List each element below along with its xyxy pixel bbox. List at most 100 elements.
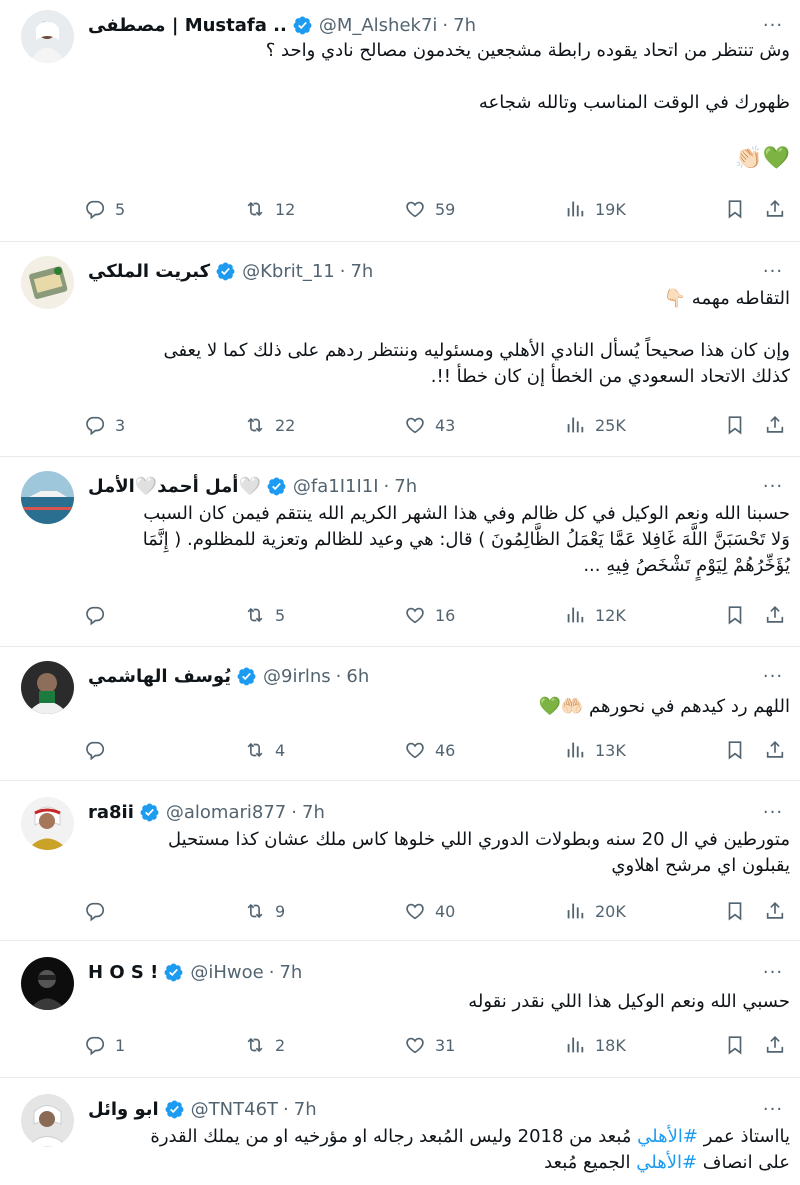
like-button[interactable]: 16 xyxy=(404,600,455,630)
avatar[interactable] xyxy=(21,1094,74,1147)
timestamp[interactable]: 7h xyxy=(279,962,302,983)
repost-icon xyxy=(247,417,263,433)
reply-button[interactable] xyxy=(84,600,115,630)
like-button[interactable]: 43 xyxy=(404,410,455,440)
repost-button[interactable]: 9 xyxy=(244,896,285,926)
avatar[interactable] xyxy=(21,797,74,850)
avatar[interactable] xyxy=(21,10,74,63)
handle[interactable]: @alomari877 xyxy=(166,802,286,823)
like-button[interactable]: 59 xyxy=(404,194,455,224)
share-icon xyxy=(766,902,784,919)
verified-badge-icon xyxy=(139,802,160,823)
tweet-actions: 5 12 59 19K xyxy=(84,194,788,224)
share-button[interactable] xyxy=(764,1030,786,1060)
bookmark-button[interactable] xyxy=(724,600,746,630)
more-options-icon[interactable]: ··· xyxy=(760,12,786,38)
timestamp[interactable]: 7h xyxy=(294,1099,317,1120)
handle[interactable]: @TNT46T xyxy=(191,1099,278,1120)
timestamp[interactable]: 7h xyxy=(394,476,417,497)
like-count: 59 xyxy=(435,199,456,219)
like-button[interactable]: 46 xyxy=(404,735,455,765)
handle[interactable]: @9irlns xyxy=(263,666,331,687)
avatar[interactable] xyxy=(21,957,74,1010)
more-options-icon[interactable]: ··· xyxy=(760,959,786,985)
more-options-icon[interactable]: ··· xyxy=(760,258,786,284)
hashtag-link[interactable]: #الأهلي xyxy=(637,1126,698,1147)
tweet[interactable]: أمل أحمد🤍الأمل🤍 @fa1I1I1I · 7h ··· حسبنا… xyxy=(0,457,800,647)
handle[interactable]: @Kbrit_11 xyxy=(242,261,335,282)
views-count: 20K xyxy=(595,901,626,921)
views-button[interactable]: 25K xyxy=(564,410,626,440)
tweet[interactable]: مصطفى | Mustafa .. @M_Alshek7i · 7h ··· … xyxy=(0,0,800,242)
avatar[interactable] xyxy=(21,256,74,309)
bookmark-button[interactable] xyxy=(724,896,746,926)
separator-dot: · xyxy=(268,961,275,983)
more-options-icon[interactable]: ··· xyxy=(760,663,786,689)
avatar[interactable] xyxy=(21,471,74,524)
display-name[interactable]: ابو وائل xyxy=(88,1099,159,1120)
share-button[interactable] xyxy=(764,896,786,926)
views-button[interactable]: 18K xyxy=(564,1030,626,1060)
reply-button[interactable]: 1 xyxy=(84,1030,125,1060)
repost-button[interactable]: 5 xyxy=(244,600,285,630)
verified-badge-icon xyxy=(292,15,313,36)
timestamp[interactable]: 6h xyxy=(346,666,369,687)
handle[interactable]: @M_Alshek7i xyxy=(319,15,438,36)
tweet[interactable]: ra8ii @alomari877 · 7h ··· متورطين في ال… xyxy=(0,781,800,941)
display-name[interactable]: H O S ! xyxy=(88,962,158,983)
more-options-icon[interactable]: ··· xyxy=(760,799,786,825)
share-icon xyxy=(766,416,784,433)
share-button[interactable] xyxy=(764,410,786,440)
bookmark-button[interactable] xyxy=(724,194,746,224)
handle[interactable]: @fa1I1I1I xyxy=(293,476,379,497)
bookmark-button[interactable] xyxy=(724,410,746,440)
repost-button[interactable]: 4 xyxy=(244,735,285,765)
reply-button[interactable]: 5 xyxy=(84,194,125,224)
tweet-line: وَلا تَحْسَبَنَّ اللَّهَ غَافِلا عَمَّا … xyxy=(142,529,790,550)
tweet-line: حسبي الله ونعم الوكيل هذا اللي نقدر نقول… xyxy=(468,991,790,1012)
tweet[interactable]: ابو وائل @TNT46T · 7h ··· يااستاذ عمر #ا… xyxy=(0,1078,800,1185)
reply-icon xyxy=(86,1036,105,1056)
verified-badge-icon xyxy=(236,666,257,687)
handle[interactable]: @iHwoe xyxy=(190,962,263,983)
timestamp[interactable]: 7h xyxy=(302,802,325,823)
avatar[interactable] xyxy=(21,661,74,714)
views-button[interactable]: 12K xyxy=(564,600,626,630)
tweet-text: التقاطه مهمه 👇🏻 وإن كان هذا صحيحاً يُسأل… xyxy=(88,286,790,390)
share-button[interactable] xyxy=(764,735,786,765)
repost-count: 4 xyxy=(275,740,286,760)
repost-button[interactable]: 22 xyxy=(244,410,295,440)
display-name[interactable]: يُوسف الهاشمي xyxy=(88,666,231,687)
tweet[interactable]: H O S ! @iHwoe · 7h ··· حسبي الله ونعم ا… xyxy=(0,941,800,1078)
repost-button[interactable]: 12 xyxy=(244,194,295,224)
timestamp[interactable]: 7h xyxy=(453,15,476,36)
share-button[interactable] xyxy=(764,600,786,630)
repost-icon xyxy=(247,201,263,217)
display-name[interactable]: ra8ii xyxy=(88,802,134,823)
hashtag-link[interactable]: #الأهلي xyxy=(636,1152,697,1173)
share-button[interactable] xyxy=(764,194,786,224)
timestamp[interactable]: 7h xyxy=(350,261,373,282)
display-name[interactable]: أمل أحمد🤍الأمل🤍 xyxy=(88,476,261,497)
tweet-line xyxy=(88,312,790,338)
views-button[interactable]: 13K xyxy=(564,735,626,765)
views-button[interactable]: 20K xyxy=(564,896,626,926)
like-button[interactable]: 31 xyxy=(404,1030,455,1060)
display-name[interactable]: مصطفى | Mustafa .. xyxy=(88,15,287,36)
views-count: 19K xyxy=(595,199,626,219)
reply-button[interactable] xyxy=(84,735,115,765)
more-options-icon[interactable]: ··· xyxy=(760,473,786,499)
reply-icon xyxy=(86,416,105,436)
like-button[interactable]: 40 xyxy=(404,896,455,926)
reply-button[interactable] xyxy=(84,896,115,926)
display-name[interactable]: كبريت الملكي xyxy=(88,261,210,282)
tweet-line: متورطين في ال 20 سنه وبطولات الدوري اللي… xyxy=(167,829,790,850)
tweet[interactable]: كبريت الملكي @Kbrit_11 · 7h ··· التقاطه … xyxy=(0,242,800,457)
bookmark-button[interactable] xyxy=(724,1030,746,1060)
reply-button[interactable]: 3 xyxy=(84,410,125,440)
tweet[interactable]: يُوسف الهاشمي @9irlns · 6h ··· اللهم رد … xyxy=(0,647,800,781)
repost-button[interactable]: 2 xyxy=(244,1030,285,1060)
views-button[interactable]: 19K xyxy=(564,194,626,224)
bookmark-button[interactable] xyxy=(724,735,746,765)
more-options-icon[interactable]: ··· xyxy=(760,1096,786,1122)
